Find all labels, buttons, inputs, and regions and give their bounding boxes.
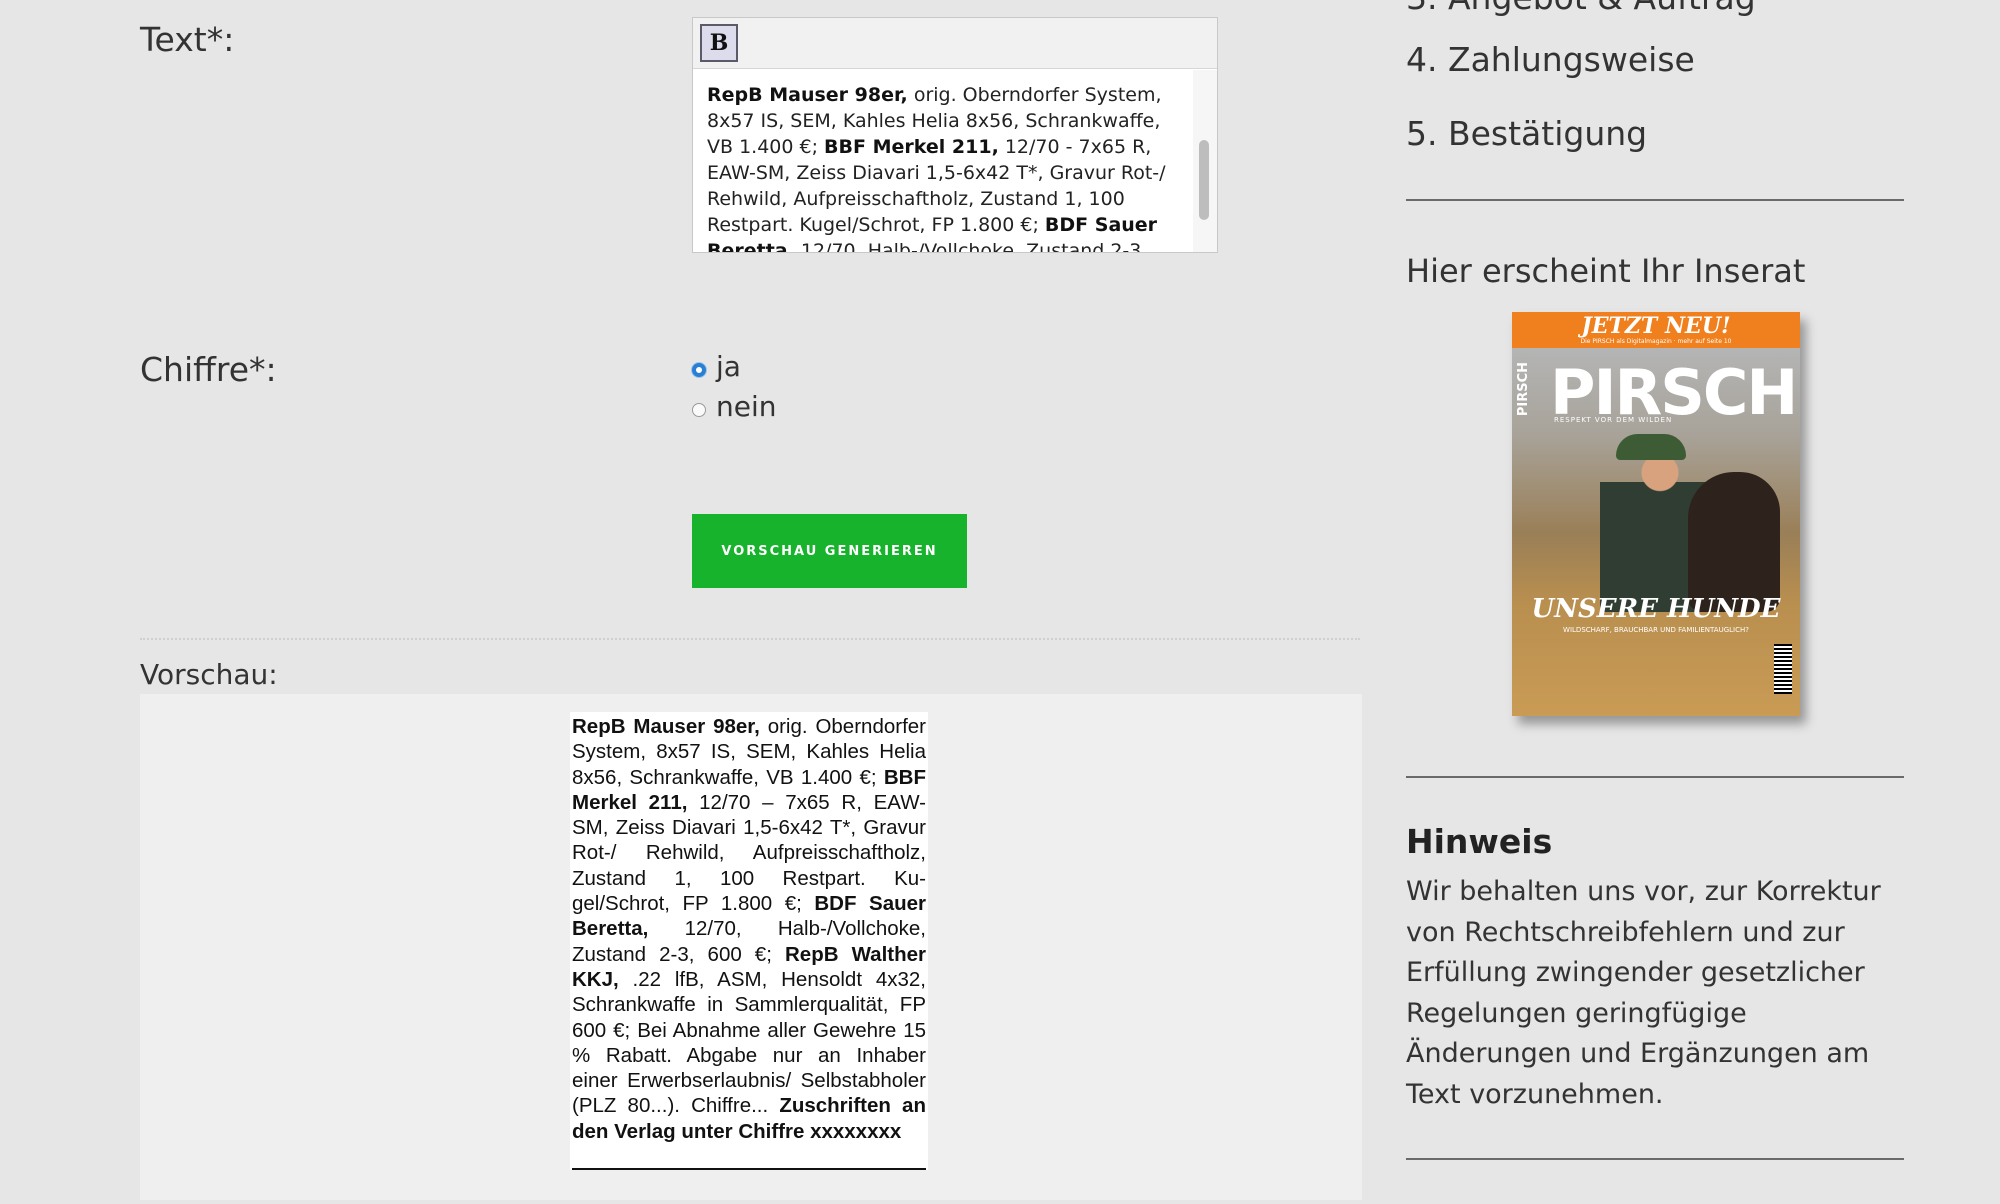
section-divider [140, 638, 1360, 640]
preview-ad-text: RepB Mauser 98er, orig. Oberndor­fer Sys… [572, 714, 926, 1144]
magazine-banner-sub: Die PIRSCH als Digitalmagazin · mehr auf… [1580, 338, 1732, 345]
editor-text-run: Rehwild, Aufpreisschaftholz, Zustand 1, … [707, 188, 1125, 210]
editor-bold-run: BBF Merkel 211, [824, 136, 999, 158]
editor-bold-run: RepB Mauser 98er, [707, 84, 908, 106]
editor-bold-run: Beretta, [707, 240, 795, 252]
generate-preview-button[interactable]: VORSCHAU GENERIEREN [692, 514, 967, 588]
editor-text-run: VB 1.400 €; [707, 136, 825, 158]
step-4-link[interactable]: 4. Zahlungsweise [1406, 40, 1695, 79]
editor-line: RepB Mauser 98er, orig. Oberndorfer Syst… [707, 82, 1181, 108]
magazine-tagline: RESPEKT VOR DEM WILDEN [1554, 416, 1673, 424]
editor-text-run: 8x57 IS, SEM, Kahles Helia 8x56, Schrank… [707, 110, 1161, 132]
magazine-headline: UNSERE HUNDE [1531, 594, 1781, 624]
magazine-side-label: PIRSCH [1516, 362, 1531, 417]
chiffre-option-nein[interactable]: nein [692, 390, 777, 423]
sidebar-divider [1406, 199, 1904, 201]
ad-text-editor[interactable]: B RepB Mauser 98er, orig. Oberndorfer Sy… [692, 17, 1218, 253]
editor-line: EAW-SM, Zeiss Diavari 1,5-6x42 T*, Gravu… [707, 160, 1181, 186]
hinweis-heading: Hinweis [1406, 822, 1553, 861]
radio-ja-label: ja [716, 350, 741, 383]
text-field-label: Text*: [140, 20, 235, 59]
editor-line: Rehwild, Aufpreisschaftholz, Zustand 1, … [707, 186, 1181, 212]
editor-line: Beretta, 12/70, Halb-/Vollchoke, Zustand… [707, 238, 1181, 252]
magazine-hat-shape [1616, 434, 1686, 460]
editor-scrollbar[interactable] [1193, 70, 1217, 252]
editor-bold-run: BDF Sauer [1044, 214, 1158, 236]
editor-text-run: orig. Oberndorfer System, [907, 84, 1162, 106]
chiffre-option-ja[interactable]: ja [692, 350, 741, 383]
barcode-icon [1774, 644, 1792, 694]
radio-nein-label: nein [716, 390, 777, 423]
editor-text-run: 12/70, Halb-/Vollchoke, Zustand 2-3, [794, 240, 1148, 252]
editor-text-run: EAW-SM, Zeiss Diavari 1,5-6x42 T*, Gravu… [707, 162, 1166, 184]
editor-line: 8x57 IS, SEM, Kahles Helia 8x56, Schrank… [707, 108, 1181, 134]
editor-line: VB 1.400 €; BBF Merkel 211, 12/70 - 7x65… [707, 134, 1181, 160]
editor-line: Restpart. Kugel/Schrot, FP 1.800 €; BDF … [707, 212, 1181, 238]
radio-nein[interactable] [692, 402, 706, 417]
magazine-dog-figure [1688, 472, 1780, 612]
magazine-subline: WILDSCHARF, BRAUCHBAR UND FAMILIENTAUGLI… [1563, 626, 1749, 634]
hinweis-text: Wir behalten uns vor, zur Korrektur von … [1406, 876, 1881, 1110]
step-3-link[interactable]: 3. Angebot & Auftrag [1406, 0, 1756, 17]
chiffre-field-label: Chiffre*: [140, 350, 277, 389]
editor-textarea[interactable]: RepB Mauser 98er, orig. Oberndorfer Syst… [707, 82, 1181, 252]
editor-text-run: Restpart. Kugel/Schrot, FP 1.800 €; [707, 214, 1045, 236]
magazine-cover-image: JETZT NEU! Die PIRSCH als Digitalmagazin… [1512, 312, 1800, 716]
editor-toolbar: B [693, 18, 1217, 69]
radio-ja[interactable] [692, 362, 706, 377]
step-5-link[interactable]: 5. Bestätigung [1406, 114, 1647, 153]
sidebar-divider [1406, 776, 1904, 778]
preview-ad-rule [572, 1168, 926, 1170]
editor-scrollbar-thumb[interactable] [1199, 140, 1209, 220]
preview-label: Vorschau: [140, 658, 278, 691]
ad-bold-run: RepB Mauser 98er, [572, 715, 760, 738]
preview-ad-box: RepB Mauser 98er, orig. Oberndor­fer Sys… [570, 712, 928, 1170]
ad-placement-heading: Hier erscheint Ihr Inserat [1406, 252, 1806, 290]
bold-button[interactable]: B [700, 24, 738, 62]
editor-text-run: 12/70 - 7x65 R, [998, 136, 1152, 158]
sidebar-divider [1406, 1158, 1904, 1160]
